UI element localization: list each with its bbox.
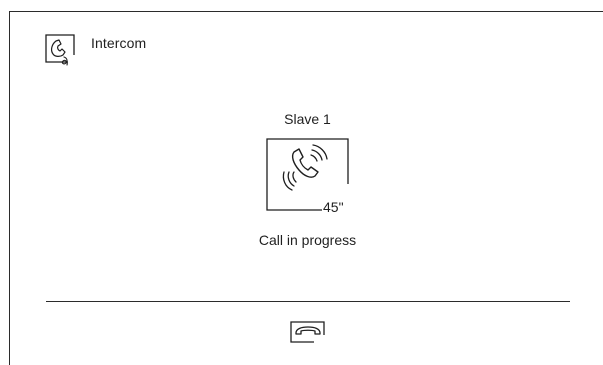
- frame-left-border: [9, 11, 10, 365]
- frame-top-border: [9, 11, 603, 12]
- hang-up-icon: [290, 321, 325, 343]
- intercom-call-screen: Intercom Slave 1 45" Call in progress: [0, 0, 603, 365]
- intercom-handset-icon: [44, 33, 80, 67]
- footer-divider: [46, 301, 570, 302]
- call-timer: 45": [322, 199, 345, 215]
- call-status-text: Call in progress: [258, 232, 357, 248]
- page-title: Intercom: [91, 35, 147, 51]
- call-peer-name: Slave 1: [284, 111, 331, 127]
- hang-up-button[interactable]: [290, 318, 326, 350]
